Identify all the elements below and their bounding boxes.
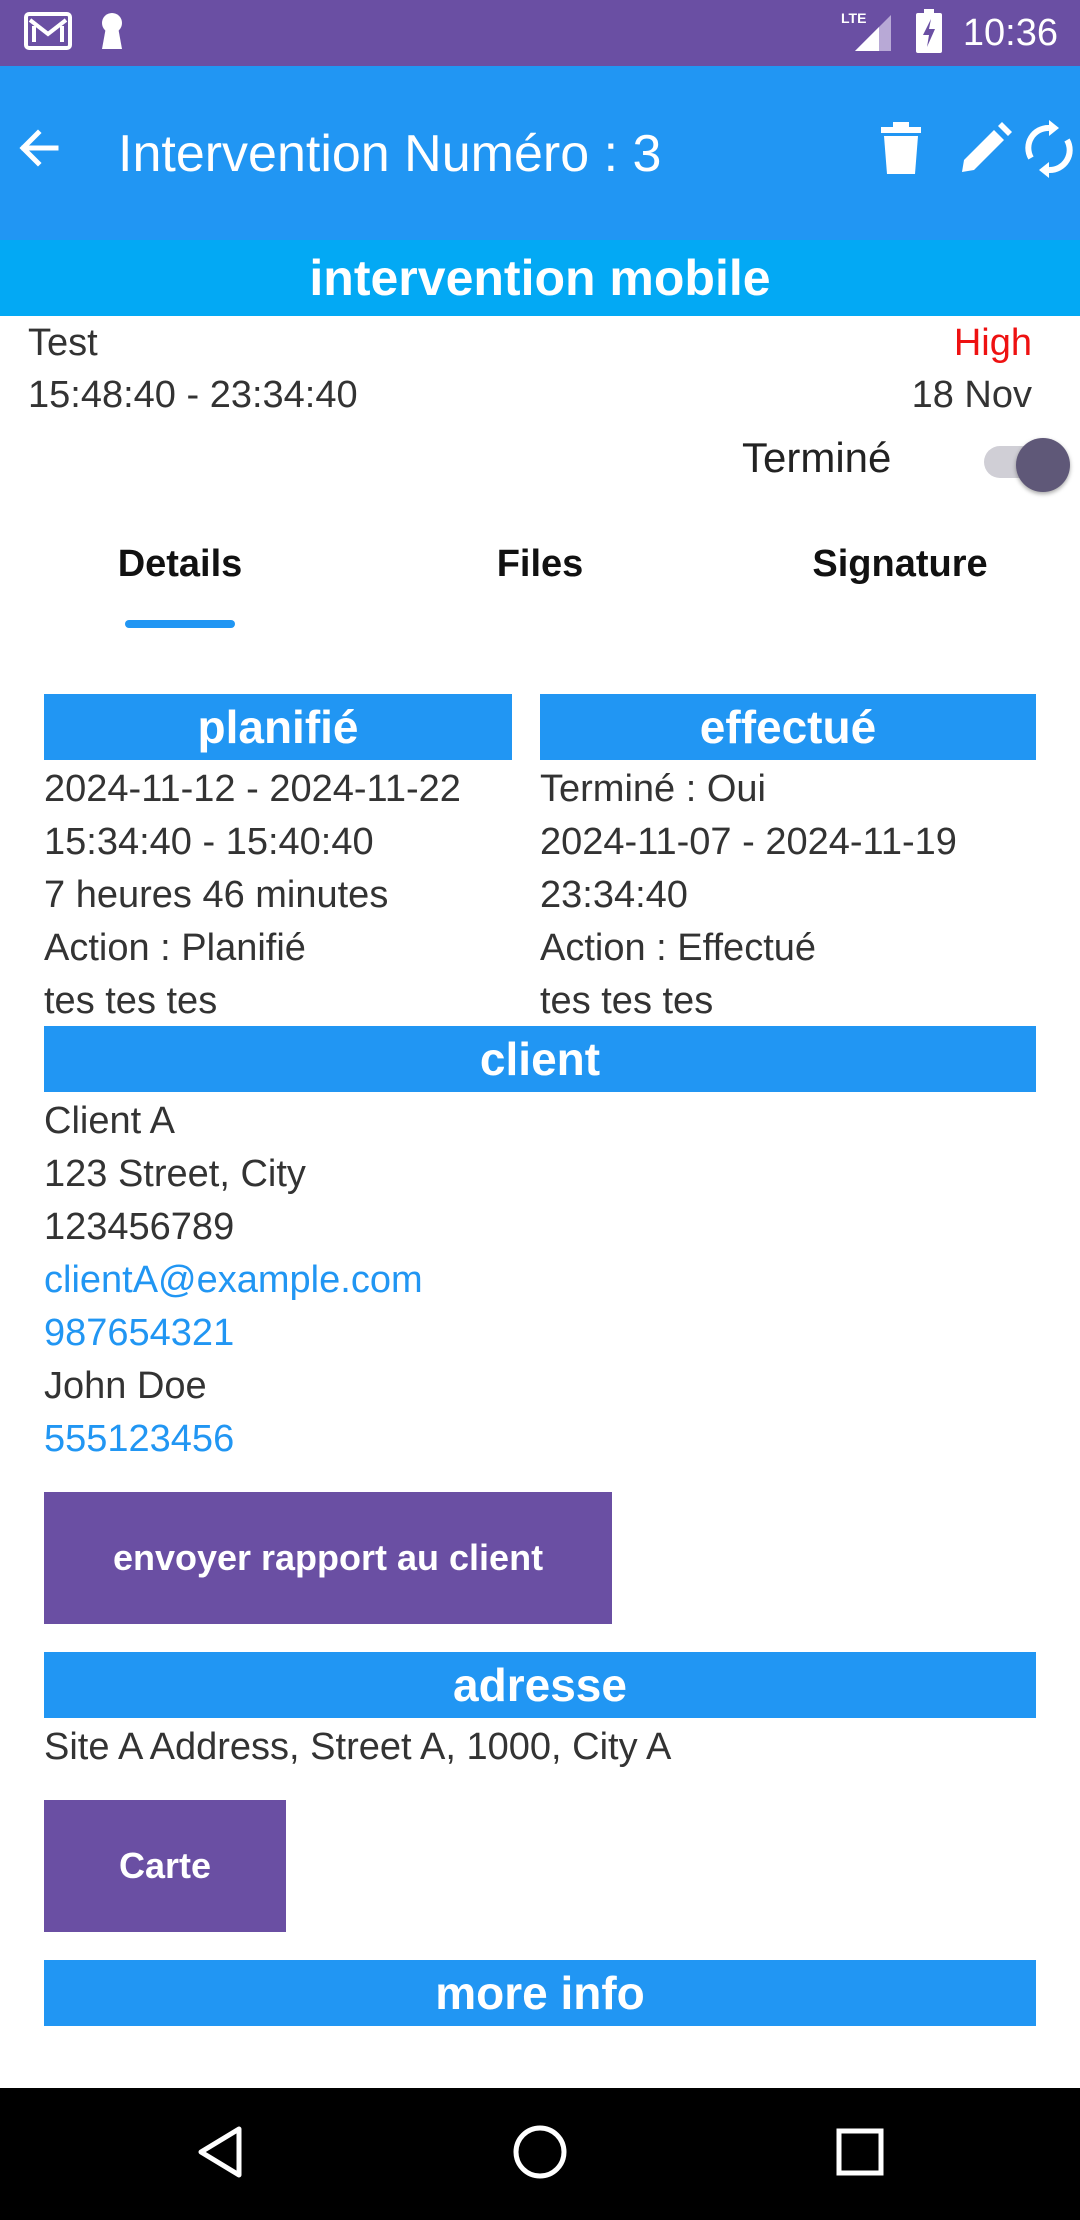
nav-recents-button[interactable] [820,2114,900,2194]
planned-header: planifié [44,694,512,760]
planned-duration: 7 heures 46 minutes [44,874,389,916]
network-label: LTE [841,10,866,26]
client-name: Client A [44,1100,175,1142]
client-header: client [44,1026,1036,1092]
battery-charging-icon [915,8,943,58]
client-mobile-link[interactable]: 987654321 [44,1312,234,1355]
planned-times: 15:34:40 - 15:40:40 [44,821,374,863]
intervention-name: Test [28,322,98,364]
map-button[interactable]: Carte [44,1800,286,1932]
done-note: tes tes tes [540,980,714,1022]
more-info-header: more info [44,1960,1036,2026]
triangle-back-icon [195,2125,245,2184]
planned-dates: 2024-11-12 - 2024-11-22 [44,768,461,810]
tab-signature[interactable]: Signature [720,520,1080,630]
client-address: 123 Street, City [44,1153,306,1195]
app-bar: Intervention Numéro : 3 [0,66,1080,240]
status-bar: LTE 10:36 [0,0,1080,66]
intervention-date: 18 Nov [911,374,1032,416]
delete-icon [879,121,923,181]
done-time: 23:34:40 [540,874,688,916]
site-address: Site A Address, Street A, 1000, City A [44,1726,672,1768]
tab-bar: Details Files Signature [0,520,1080,630]
client-email-link[interactable]: clientA@example.com [44,1259,423,1302]
send-report-button[interactable]: envoyer rapport au client [44,1492,612,1624]
contact-phone-link[interactable]: 555123456 [44,1418,234,1461]
page-title: Intervention Numéro : 3 [118,125,662,183]
gmail-icon [24,11,72,55]
keyhole-icon [98,11,126,56]
priority-label: High [953,322,1032,364]
done-header: effectué [540,694,1036,760]
tab-files[interactable]: Files [360,520,720,630]
tab-details[interactable]: Details [0,520,360,630]
status-toggle[interactable] [984,438,1070,492]
circle-home-icon [512,2124,568,2185]
client-phone: 123456789 [44,1206,235,1248]
planned-action: Action : Planifié [44,927,306,969]
tab-indicator [125,620,235,628]
edit-button[interactable] [950,116,1020,186]
back-arrow-icon [16,124,64,177]
status-toggle-label: Terminé [742,434,892,481]
intervention-time-range: 15:48:40 - 23:34:40 [28,374,358,416]
navigation-bar [0,2088,1080,2220]
done-action: Action : Effectué [540,927,817,969]
delete-button[interactable] [866,116,936,186]
clock: 10:36 [962,11,1058,54]
signal-icon: LTE [841,9,895,58]
back-button[interactable] [8,118,72,182]
edit-icon [958,121,1012,181]
planned-note: tes tes tes [44,980,218,1022]
intervention-banner: intervention mobile [0,240,1080,316]
address-header: adresse [44,1652,1036,1718]
nav-back-button[interactable] [180,2114,260,2194]
nav-home-button[interactable] [500,2114,580,2194]
square-recents-icon [835,2127,885,2182]
done-status: Terminé : Oui [540,768,766,810]
sync-button[interactable] [1014,116,1080,186]
contact-name: John Doe [44,1365,207,1407]
sync-icon [1023,119,1075,183]
done-dates: 2024-11-07 - 2024-11-19 [540,821,957,863]
toggle-thumb [1016,438,1070,492]
